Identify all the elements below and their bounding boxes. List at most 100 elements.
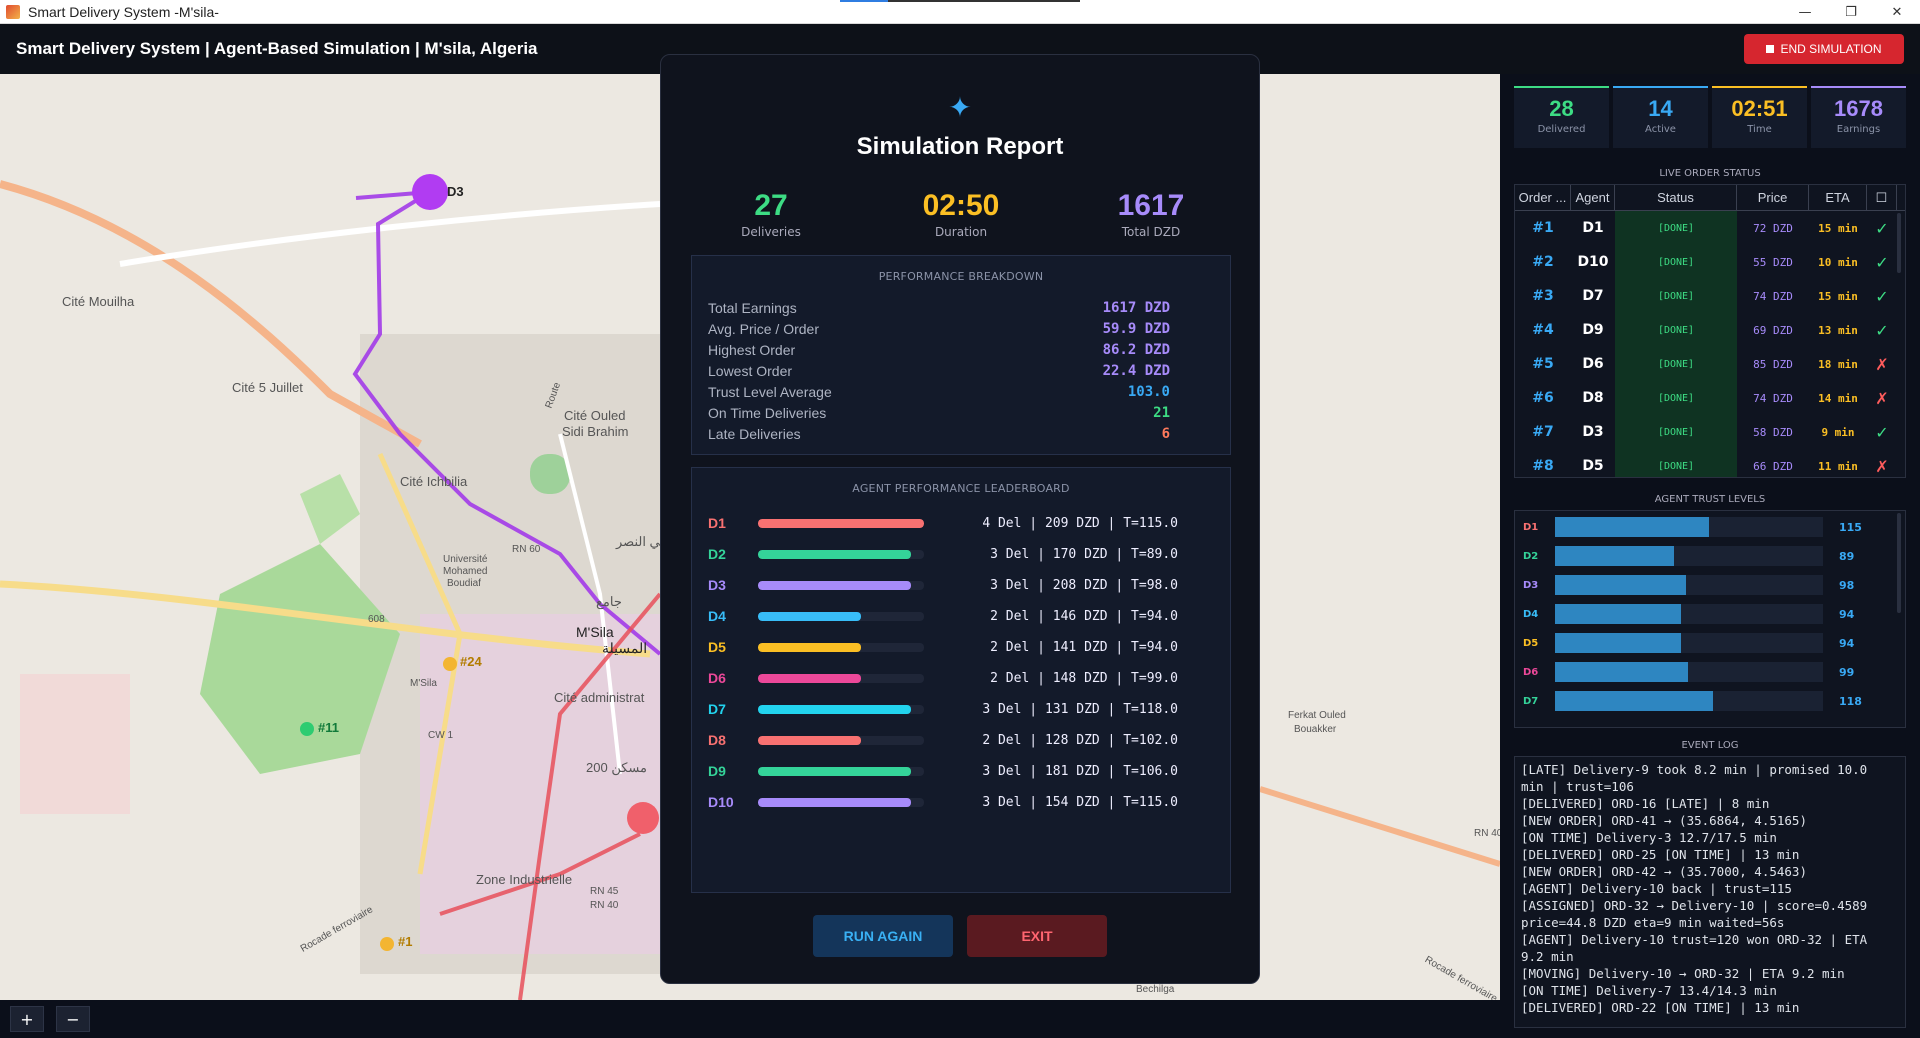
check-icon: ✓ (1875, 320, 1889, 340)
order-column-header[interactable]: ETA (1809, 185, 1867, 210)
order-table-scrollbar[interactable] (1897, 213, 1901, 273)
trust-scrollbar[interactable] (1897, 513, 1901, 613)
report-summary: 27 Deliveries 02:50 Duration 1617 Total … (691, 189, 1231, 239)
leaderboard-stats: 2 Del | 128 DZD | T=102.0 (982, 732, 1178, 748)
agent-trust-title: AGENT TRUST LEVELS (1654, 494, 1766, 505)
trust-value: 115 (1839, 520, 1862, 534)
leaderboard-bar-fill (758, 704, 911, 714)
order-column-header[interactable]: Status (1615, 185, 1737, 210)
trust-agent: D5 (1523, 637, 1539, 649)
order-row[interactable]: #5 D6 [DONE] 85 DZD 18 min ✗ (1515, 347, 1905, 381)
agent-trust-panel[interactable]: D1 115 D2 89 D3 98 D4 94 D5 94 D6 99 D7 118 (1514, 510, 1906, 728)
order-id: #4 (1532, 322, 1554, 338)
restore-button[interactable]: ❐ (1828, 0, 1874, 24)
order-agent: D9 (1582, 322, 1604, 338)
performance-row: Late Deliveries 6 (692, 423, 1230, 444)
trust-row: D2 89 (1515, 544, 1905, 568)
summary-label: Total DZD (1121, 225, 1181, 239)
order-eta: 15 min (1818, 221, 1858, 235)
order-row[interactable]: #6 D8 [DONE] 74 DZD 14 min ✗ (1515, 381, 1905, 415)
minimize-button[interactable]: — (1782, 0, 1828, 24)
leaderboard-bar (758, 766, 924, 776)
kpi-card-time: 02:51 Time (1712, 86, 1807, 148)
zoom-out-button[interactable]: − (56, 1006, 90, 1032)
map-label-rn60: RN 60 (512, 544, 541, 555)
trust-bar (1555, 546, 1823, 566)
leaderboard-bar (758, 735, 924, 745)
order-column-header[interactable]: ☐ (1867, 185, 1897, 210)
map-controls: + − (0, 1000, 1500, 1038)
order-row[interactable]: #4 D9 [DONE] 69 DZD 13 min ✓ (1515, 313, 1905, 347)
event-log-line: 9.2 min (1521, 949, 1574, 964)
order-price: 66 DZD (1753, 459, 1793, 473)
trust-value: 98 (1839, 578, 1855, 592)
simulation-report-dialog: ✦ Simulation Report 27 Deliveries 02:50 … (660, 54, 1260, 984)
event-log-line: [DELIVERED] ORD-25 [ON TIME] | 13 min (1521, 847, 1800, 862)
live-order-table[interactable]: Order ... Agent Status Price ETA ☐ #1 D1 [DONE]… (1514, 184, 1906, 478)
order-column-header[interactable]: Agent (1571, 185, 1615, 210)
order-row[interactable]: #3 D7 [DONE] 74 DZD 15 min ✓ (1515, 279, 1905, 313)
check-icon: ✓ (1875, 252, 1889, 272)
order-row[interactable]: #1 D1 [DONE] 72 DZD 15 min ✓ (1515, 211, 1905, 245)
event-log-line: [ON TIME] Delivery-3 12.7/17.5 min (1521, 830, 1777, 845)
summary-total-dzd: 1617 Total DZD (1071, 189, 1231, 239)
window-title: Smart Delivery System -M'sila- (28, 3, 219, 20)
stop-icon (1766, 45, 1775, 53)
order-id: #3 (1532, 288, 1554, 304)
event-log-line: [MOVING] Delivery-10 → ORD-32 | ETA 9.2 … (1521, 966, 1845, 981)
performance-value: 86.2 DZD (1102, 341, 1170, 358)
order-row[interactable]: #8 D5 [DONE] 66 DZD 11 min ✗ (1515, 449, 1905, 477)
summary-label: Deliveries (741, 225, 801, 239)
trust-bar (1555, 691, 1823, 711)
event-log-line: [DELIVERED] ORD-22 [ON TIME] | 13 min (1521, 1000, 1800, 1015)
sparkle-icon: ✦ (948, 91, 972, 124)
exit-button[interactable]: EXIT (967, 915, 1107, 957)
leaderboard-stats: 3 Del | 170 DZD | T=89.0 (990, 546, 1178, 562)
order-column-header[interactable]: Order ... (1515, 185, 1571, 210)
event-log-title: EVENT LOG (1681, 740, 1739, 751)
leaderboard-bar (758, 704, 924, 714)
road-white (119, 201, 661, 267)
order-price: 55 DZD (1753, 255, 1793, 269)
close-button[interactable]: ✕ (1874, 0, 1920, 24)
agent-marker-d3[interactable] (412, 174, 448, 210)
order-id: #6 (1532, 390, 1554, 406)
event-log[interactable]: [LATE] Delivery-9 took 8.2 min | promise… (1514, 756, 1906, 1028)
leaderboard-stats: 3 Del | 154 DZD | T=115.0 (982, 794, 1178, 810)
order-row[interactable]: #7 D3 [DONE] 58 DZD 9 min ✓ (1515, 415, 1905, 449)
order-id: #1 (1532, 220, 1554, 236)
event-log-line: min | trust=106 (1521, 779, 1634, 794)
summary-value: 02:50 (922, 189, 1000, 222)
trust-row: D4 94 (1515, 602, 1905, 626)
order-table-header: Order ... Agent Status Price ETA ☐ (1515, 185, 1905, 211)
order-row[interactable]: #2 D10 [DONE] 55 DZD 10 min ✓ (1515, 245, 1905, 279)
performance-value: 21 (1153, 404, 1170, 421)
trust-value: 94 (1839, 607, 1855, 621)
order-price: 74 DZD (1753, 391, 1793, 405)
order-pin-1[interactable] (380, 937, 394, 951)
trust-agent: D3 (1523, 579, 1539, 591)
leaderboard-agent: D5 (708, 639, 726, 655)
order-agent: D1 (1582, 220, 1604, 236)
order-column-header[interactable]: Price (1737, 185, 1809, 210)
agent-marker-red[interactable] (627, 802, 659, 834)
end-simulation-button[interactable]: END SIMULATION (1744, 34, 1904, 64)
trust-row: D3 98 (1515, 573, 1905, 597)
trust-agent: D4 (1523, 608, 1539, 620)
order-pin-11[interactable] (300, 722, 314, 736)
map-label-bechilga: Bechilga (1136, 984, 1175, 995)
check-icon: ✓ (1875, 218, 1889, 238)
leaderboard-bar-fill (758, 766, 911, 776)
zoom-in-button[interactable]: + (10, 1006, 44, 1032)
hatched-zone (20, 674, 130, 814)
map-label-rn-east: RN 40 (1474, 828, 1500, 839)
road-orange (0, 180, 422, 448)
map-label-cite-ouled: Cité Ouled (564, 408, 626, 423)
leaderboard-agent: D8 (708, 732, 726, 748)
kpi-row: 28 Delivered 14 Active 02:51 Time 1678 Earnings (1514, 86, 1906, 148)
order-pin-24[interactable] (443, 657, 457, 671)
order-eta: 10 min (1818, 255, 1858, 269)
run-again-button[interactable]: RUN AGAIN (813, 915, 953, 957)
order-eta: 15 min (1818, 289, 1858, 303)
check-icon: ✓ (1875, 422, 1889, 442)
